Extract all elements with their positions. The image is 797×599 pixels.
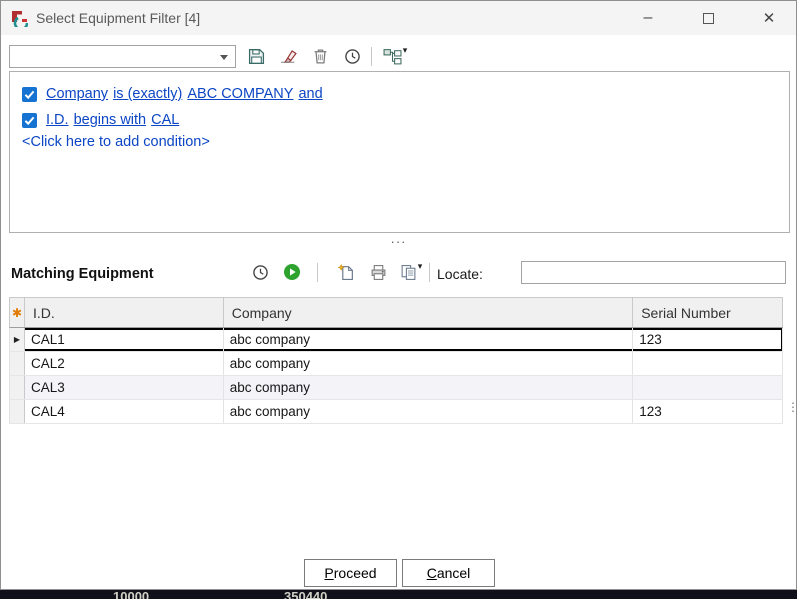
background-window-strip: 10000 350440 (0, 590, 797, 599)
select-equipment-filter-dialog: Select Equipment Filter [4] – ✕ (0, 0, 797, 590)
conditions-panel: Company is (exactly) ABC COMPANY and I.D… (9, 71, 790, 233)
proceed-label: Proceed (324, 565, 376, 581)
results-history-button[interactable] (247, 259, 273, 285)
checkmark-icon (22, 113, 37, 128)
row-selector[interactable] (10, 352, 25, 375)
filter-history-button[interactable] (339, 43, 365, 69)
condition-checkbox[interactable] (22, 113, 37, 128)
titlebar: Select Equipment Filter [4] – ✕ (1, 1, 796, 35)
new-row-header-cell[interactable]: ✱ (10, 298, 25, 327)
condition-field-link[interactable]: Company (46, 86, 108, 102)
cancel-button[interactable]: Cancel (402, 559, 495, 587)
row-selector[interactable]: ▶ (10, 328, 25, 351)
background-text-fragment: 10000 (113, 590, 149, 599)
filter-name-combo[interactable] (9, 45, 236, 68)
condition-field-link[interactable]: I.D. (46, 112, 69, 128)
locate-label: Locate: (437, 257, 483, 291)
add-condition-link[interactable]: <Click here to add condition> (22, 134, 789, 150)
checkmark-icon (22, 87, 37, 102)
delete-filter-button[interactable] (307, 43, 333, 69)
dropdown-caret-icon: ▾ (403, 45, 408, 56)
locate-input[interactable] (521, 261, 786, 284)
cancel-label: Cancel (427, 565, 471, 581)
hierarchy-icon (383, 48, 402, 65)
condition-checkbox[interactable] (22, 87, 37, 102)
combo-dropdown-icon[interactable] (220, 55, 228, 64)
close-button[interactable]: ✕ (752, 1, 786, 35)
print-button[interactable] (365, 259, 391, 285)
toolbar-separator (371, 47, 372, 66)
toolbar-separator (317, 263, 318, 282)
background-text-fragment: 350440 (284, 590, 327, 599)
condition-operator-link[interactable]: is (exactly) (113, 86, 182, 102)
proceed-button[interactable]: Proceed (304, 559, 397, 587)
cell-id[interactable]: CAL1 (25, 328, 224, 351)
cell-id[interactable]: CAL4 (25, 400, 224, 423)
cell-company[interactable]: abc company (224, 352, 633, 375)
cell-serial[interactable]: 123 (633, 328, 783, 351)
panel-splitter[interactable]: ··· (1, 235, 796, 249)
condition-operator-link[interactable]: begins with (74, 112, 147, 128)
column-header-company[interactable]: Company (224, 298, 633, 327)
condition-value-link[interactable]: CAL (151, 112, 179, 128)
cell-id[interactable]: CAL2 (25, 352, 224, 375)
window-title: Select Equipment Filter [4] (36, 1, 200, 35)
play-icon (283, 263, 301, 281)
cell-serial[interactable] (633, 376, 783, 399)
results-title: Matching Equipment (11, 257, 154, 291)
clear-filter-button[interactable] (275, 43, 301, 69)
new-page-icon (338, 264, 355, 281)
new-row-star-icon: ✱ (12, 306, 22, 320)
table-row[interactable]: ▶ CAL1 abc company 123 (9, 328, 783, 352)
save-icon (248, 48, 265, 65)
copy-results-button[interactable]: ▾ (395, 259, 427, 285)
table-row[interactable]: CAL2 abc company (9, 352, 783, 376)
condition-row: Company is (exactly) ABC COMPANY and (22, 81, 789, 107)
table-row[interactable]: CAL4 abc company 123 (9, 400, 783, 424)
condition-conjunction-link[interactable]: and (298, 86, 322, 102)
close-icon: ✕ (763, 9, 776, 27)
cell-serial[interactable]: 123 (633, 400, 783, 423)
row-selector[interactable] (10, 376, 25, 399)
minimize-button[interactable]: – (631, 1, 665, 35)
toolbar-separator (429, 263, 430, 282)
column-header-id[interactable]: I.D. (25, 298, 224, 327)
maximize-icon (703, 13, 714, 24)
save-filter-button[interactable] (243, 43, 269, 69)
clock-icon (252, 264, 269, 281)
panel-resize-gripper[interactable]: ⋮ (787, 404, 797, 411)
condition-row: I.D. begins with CAL (22, 107, 789, 133)
app-logo-icon (11, 10, 28, 27)
condition-value-link[interactable]: ABC COMPANY (187, 86, 293, 102)
column-header-serial[interactable]: Serial Number (633, 298, 783, 327)
grid-header: ✱ I.D. Company Serial Number (9, 297, 783, 328)
trash-icon (312, 48, 329, 65)
design-mode-button[interactable]: ▾ (379, 43, 411, 69)
cell-serial[interactable] (633, 352, 783, 375)
filter-name-input[interactable] (10, 46, 235, 67)
eraser-icon (280, 48, 297, 65)
printer-icon (370, 264, 387, 281)
table-row[interactable]: CAL3 abc company (9, 376, 783, 400)
new-report-button[interactable] (333, 259, 359, 285)
run-search-button[interactable] (279, 259, 305, 285)
maximize-button[interactable] (691, 1, 725, 35)
cell-id[interactable]: CAL3 (25, 376, 224, 399)
cell-company[interactable]: abc company (224, 400, 633, 423)
clock-icon (344, 48, 361, 65)
dropdown-caret-icon: ▾ (418, 261, 423, 272)
equipment-grid: ✱ I.D. Company Serial Number ▶ CAL1 abc … (9, 297, 783, 424)
cell-company[interactable]: abc company (224, 376, 633, 399)
copy-icon (400, 264, 417, 281)
minimize-icon: – (644, 9, 653, 27)
row-selector[interactable] (10, 400, 25, 423)
cell-company[interactable]: abc company (224, 328, 633, 351)
